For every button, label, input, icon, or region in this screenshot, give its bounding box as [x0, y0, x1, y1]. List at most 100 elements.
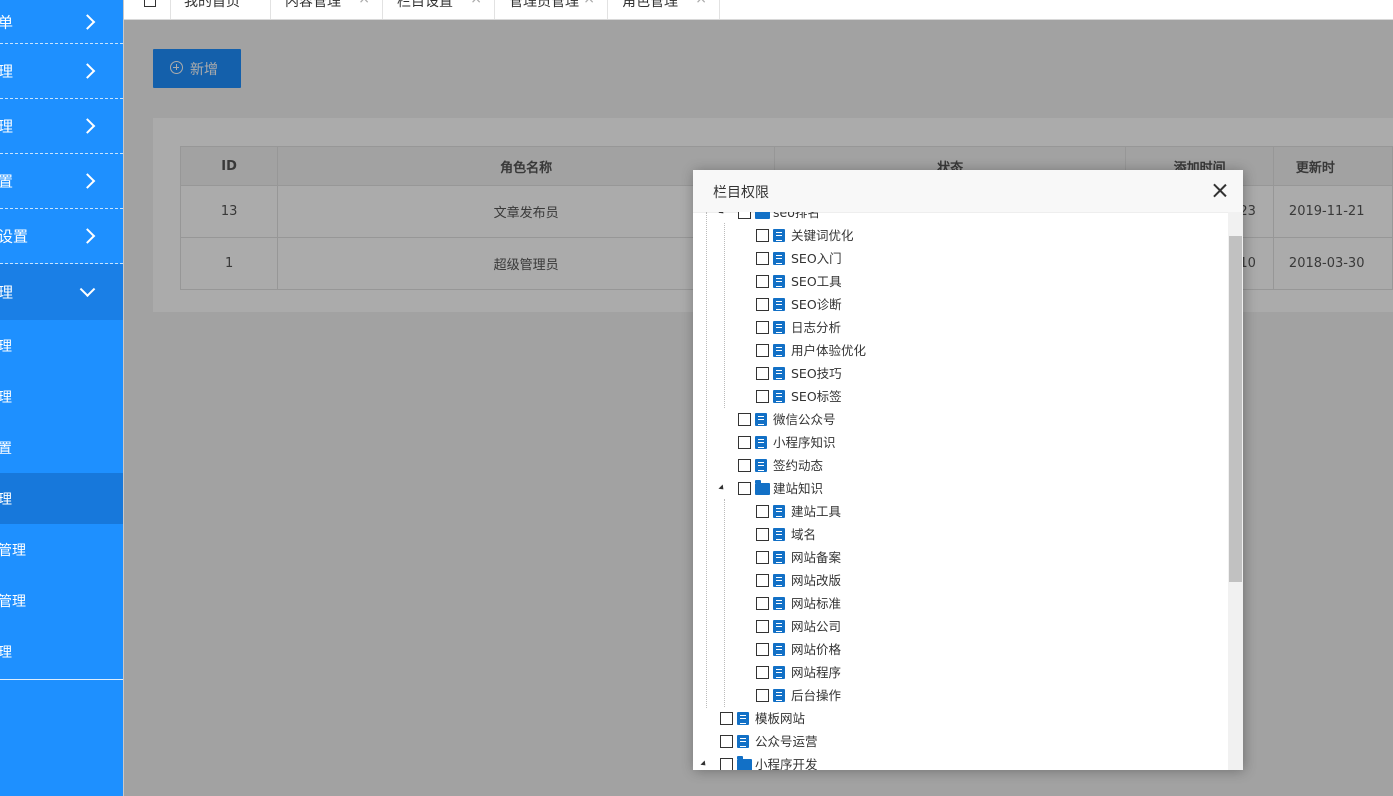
home-tab[interactable]	[124, 0, 171, 19]
tab-column-settings[interactable]: 栏目设置 ×	[383, 0, 495, 19]
tab-role-management[interactable]: 角色管理 ×	[608, 0, 720, 19]
close-icon[interactable]: ×	[358, 0, 370, 7]
tree-node-label: 后台操作	[791, 688, 842, 703]
tab-home-page[interactable]: 我的首页	[170, 0, 271, 19]
checkbox[interactable]	[738, 212, 751, 219]
tree-node-label: 小程序知识	[773, 435, 836, 450]
checkbox[interactable]	[756, 367, 769, 380]
sidebar-subitem[interactable]: 理	[0, 320, 123, 371]
checkbox[interactable]	[720, 758, 733, 770]
sidebar-item-settings-1[interactable]: 置	[0, 154, 123, 209]
chevron-right-icon	[79, 13, 96, 30]
sidebar-item-management-1[interactable]: 理	[0, 44, 123, 99]
sidebar-item-management-open[interactable]: 理	[0, 264, 123, 320]
checkbox[interactable]	[756, 344, 769, 357]
folder-icon	[737, 756, 752, 770]
scrollbar-thumb[interactable]	[1229, 236, 1242, 582]
tree-node-label: SEO工具	[791, 274, 842, 289]
document-icon	[737, 712, 749, 725]
tree-node-label: 用户体验优化	[791, 343, 867, 358]
tree-node-label: 模板网站	[755, 711, 806, 726]
sidebar-item-menu[interactable]: 单	[0, 0, 123, 44]
checkbox[interactable]	[738, 482, 751, 495]
chevron-down-icon	[79, 281, 96, 298]
document-icon	[755, 436, 767, 449]
document-icon	[737, 735, 749, 748]
sidebar-subitem-active[interactable]: 理	[0, 473, 123, 524]
checkbox[interactable]	[756, 321, 769, 334]
checkbox[interactable]	[756, 252, 769, 265]
checkbox[interactable]	[756, 574, 769, 587]
checkbox[interactable]	[720, 712, 733, 725]
tab-label: 管理员管理	[509, 0, 579, 10]
document-icon	[773, 666, 785, 679]
expand-toggle-icon[interactable]	[700, 760, 708, 768]
tree-node-label: 小程序开发	[755, 757, 818, 770]
folder-icon	[755, 480, 770, 495]
sidebar-subitem[interactable]: 理	[0, 371, 123, 422]
close-icon[interactable]: ×	[470, 0, 482, 7]
tree-node-label: SEO入门	[791, 251, 842, 266]
checkbox[interactable]	[756, 689, 769, 702]
checkbox[interactable]	[756, 666, 769, 679]
tab-label: 内容管理	[285, 0, 341, 10]
document-icon	[773, 597, 785, 610]
tree-node-label: 网站标准	[791, 596, 842, 611]
sidebar-subitem[interactable]: 置	[0, 422, 123, 473]
home-icon	[144, 0, 156, 7]
sidebar-item-label: 设置	[0, 227, 29, 246]
sidebar-item-label: 置	[0, 171, 13, 192]
checkbox[interactable]	[756, 390, 769, 403]
vertical-scrollbar[interactable]	[1228, 212, 1243, 770]
sidebar-nav: 单 理 理 置 设置 理 理 理 置 理 管理 管理 理	[0, 0, 124, 796]
checkbox[interactable]	[756, 528, 769, 541]
sidebar-subitem-label: 理	[0, 489, 12, 509]
tab-label: 栏目设置	[397, 0, 453, 10]
checkbox[interactable]	[738, 459, 751, 472]
checkbox[interactable]	[756, 643, 769, 656]
tree-node-label: 网站公司	[791, 619, 842, 634]
document-icon	[773, 689, 785, 702]
document-icon	[755, 459, 767, 472]
tree-node-label: 日志分析	[791, 320, 842, 335]
checkbox[interactable]	[756, 275, 769, 288]
tree-node-label: 关键词优化	[791, 228, 854, 243]
tab-bar: 我的首页 内容管理 × 栏目设置 × 管理员管理 × 角色管理 ×	[124, 0, 1393, 20]
document-icon	[773, 505, 785, 518]
close-icon[interactable]: ×	[695, 0, 707, 7]
expand-toggle-icon[interactable]	[718, 212, 726, 216]
permission-modal: 栏目权限 seo排名 关键词优化 SEO入门 SEO工具 SEO诊断 日志分析 …	[693, 170, 1243, 770]
checkbox[interactable]	[756, 298, 769, 311]
checkbox[interactable]	[756, 551, 769, 564]
sidebar-subitem[interactable]: 管理	[0, 575, 123, 626]
document-icon	[755, 413, 767, 426]
sidebar-subitem[interactable]: 理	[0, 626, 123, 677]
checkbox[interactable]	[738, 413, 751, 426]
checkbox[interactable]	[738, 436, 751, 449]
checkbox[interactable]	[756, 597, 769, 610]
sidebar-item-settings-2[interactable]: 设置	[0, 209, 123, 264]
document-icon	[773, 321, 785, 334]
sidebar-subitem-label: 置	[0, 438, 12, 458]
expand-toggle-icon[interactable]	[718, 484, 726, 492]
tree-node-label: 网站价格	[791, 642, 842, 657]
tab-admin-management[interactable]: 管理员管理 ×	[495, 0, 608, 19]
checkbox[interactable]	[756, 620, 769, 633]
tab-content-management[interactable]: 内容管理 ×	[271, 0, 383, 19]
checkbox[interactable]	[720, 735, 733, 748]
sidebar-subitem[interactable]: 管理	[0, 524, 123, 575]
sidebar-subitem-label: 管理	[0, 593, 26, 610]
sidebar-subitem-label: 理	[0, 642, 12, 662]
tree-node-label: SEO诊断	[791, 297, 842, 312]
checkbox[interactable]	[756, 229, 769, 242]
chevron-right-icon	[79, 228, 96, 244]
sidebar-subitem-label: 管理	[0, 542, 26, 559]
close-icon[interactable]	[1213, 183, 1227, 197]
tree-node-label: 域名	[791, 527, 817, 542]
document-icon	[773, 390, 785, 403]
sidebar-item-management-2[interactable]: 理	[0, 99, 123, 154]
sidebar-divider	[0, 679, 123, 680]
close-icon[interactable]: ×	[583, 0, 595, 7]
checkbox[interactable]	[756, 505, 769, 518]
permission-tree: seo排名 关键词优化 SEO入门 SEO工具 SEO诊断 日志分析 用户体验优…	[693, 212, 1228, 770]
